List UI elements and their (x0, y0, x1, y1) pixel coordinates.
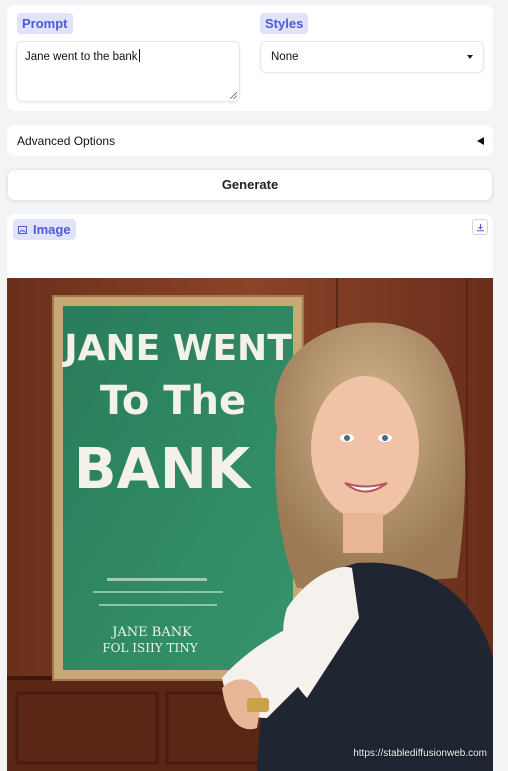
image-label-text: Image (33, 222, 71, 237)
collapse-arrow-icon (477, 136, 484, 145)
prompt-textarea[interactable]: Jane went to the bank (16, 41, 240, 102)
poster-footer-1: JANE BANK (110, 625, 192, 640)
input-panel: Prompt Jane went to the bank Styles None (7, 5, 493, 111)
chevron-down-icon (467, 55, 473, 59)
resize-handle-icon[interactable] (230, 92, 237, 99)
poster-footer-2: FOL ISIIY TINY (102, 641, 198, 655)
advanced-options-accordion[interactable]: Advanced Options (7, 125, 493, 156)
generate-button[interactable]: Generate (7, 169, 493, 201)
poster-line-3: BANK (74, 437, 253, 502)
watermark-text: https://stablediffusionweb.com (353, 748, 487, 759)
poster: JANE WENT To The BANK JANE BANK FOL ISII… (52, 295, 304, 681)
text-cursor (138, 49, 140, 62)
image-icon (18, 225, 27, 234)
prompt-text: Jane went to the bank (25, 51, 138, 63)
download-button[interactable] (472, 219, 488, 235)
advanced-options-label: Advanced Options (17, 133, 116, 148)
styles-selected-value: None (271, 51, 299, 63)
poster-line-2: To The (100, 378, 246, 424)
download-icon (476, 223, 484, 231)
poster-line-1: JANE WENT (61, 328, 292, 369)
generated-image: JANE WENT To The BANK JANE BANK FOL ISII… (7, 278, 493, 771)
image-label: Image (13, 219, 76, 240)
styles-label: Styles (260, 13, 309, 34)
image-output-panel: Image JANE WENT To The BANK JANE BANK FO… (7, 214, 493, 771)
styles-dropdown[interactable]: None (260, 41, 484, 73)
prompt-label: Prompt (17, 13, 73, 34)
